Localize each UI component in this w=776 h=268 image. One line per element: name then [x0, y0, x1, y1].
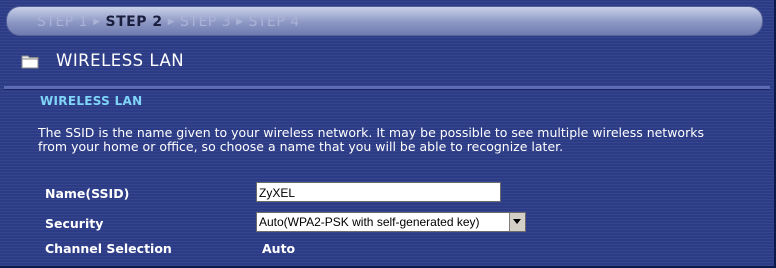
step-separator-icon: ▶ — [93, 17, 101, 27]
step-separator-icon: ▶ — [236, 17, 244, 27]
channel-label: Channel Selection — [45, 241, 172, 256]
ssid-label: Name(SSID) — [45, 186, 130, 201]
security-label: Security — [45, 216, 104, 231]
wizard-panel: STEP 1 ▶ STEP 2 ▶ STEP 3 ▶ STEP 4 WIRELESS LAN… — [0, 0, 776, 268]
section-title: WIRELESS LAN — [40, 94, 143, 108]
ssid-input[interactable]: ZyXEL — [256, 182, 501, 202]
page-title: WIRELESS LAN — [56, 51, 185, 70]
step-separator-icon: ▶ — [167, 17, 176, 27]
folder-icon — [21, 55, 39, 69]
step-bar: STEP 1 ▶ STEP 2 ▶ STEP 3 ▶ STEP 4 — [6, 6, 763, 36]
section-description: The SSID is the name given to your wirel… — [38, 125, 704, 154]
step-4[interactable]: STEP 4 — [249, 14, 300, 30]
page-header: WIRELESS LAN — [10, 43, 770, 81]
header-divider-shadow — [4, 89, 770, 90]
step-2-current: STEP 2 — [105, 14, 163, 30]
security-select-value: Auto(WPA2-PSK with self-generated key) — [259, 215, 480, 229]
ssid-input-value: ZyXEL — [259, 186, 296, 200]
step-list: STEP 1 ▶ STEP 2 ▶ STEP 3 ▶ STEP 4 — [37, 14, 300, 30]
dropdown-arrow-icon[interactable] — [509, 213, 525, 231]
security-select[interactable]: Auto(WPA2-PSK with self-generated key) — [256, 212, 526, 232]
step-1[interactable]: STEP 1 — [37, 14, 88, 30]
step-3[interactable]: STEP 3 — [180, 14, 231, 30]
channel-value: Auto — [262, 241, 296, 256]
